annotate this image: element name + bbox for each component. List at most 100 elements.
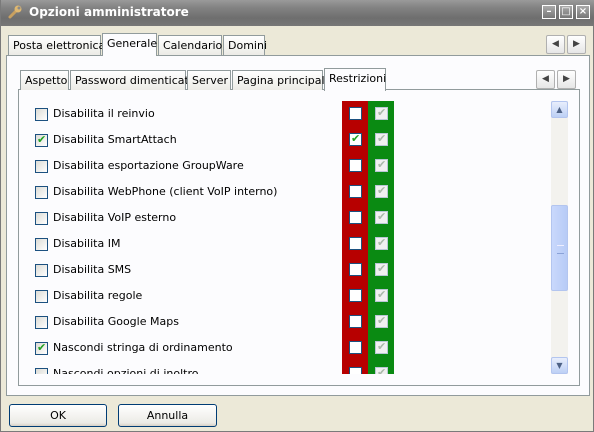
- green-column-checkbox: ✔: [375, 184, 388, 198]
- tab-generale[interactable]: Generale: [102, 33, 157, 56]
- maximize-button[interactable]: □: [559, 5, 573, 19]
- red-column-checkbox[interactable]: [349, 237, 362, 250]
- green-column-cell: ✔: [368, 309, 394, 335]
- green-column-checkbox: ✔: [375, 132, 388, 146]
- scroll-down-button[interactable]: ▼: [551, 357, 568, 374]
- scroll-up-button[interactable]: ▲: [551, 101, 568, 118]
- check-icon: ✔: [377, 184, 387, 197]
- green-column-checkbox: ✔: [375, 236, 388, 250]
- restriction-checkbox[interactable]: ✔: [35, 133, 48, 147]
- ok-button[interactable]: OK: [9, 404, 107, 427]
- green-column-cell: ✔: [368, 179, 394, 205]
- green-column-cell: ✔: [368, 257, 394, 283]
- restriction-row: Disabilita WebPhone (client VoIP interno…: [23, 179, 551, 205]
- restriction-label: Disabilita SmartAttach: [53, 133, 177, 146]
- wrench-icon: [8, 5, 22, 19]
- check-icon: ✔: [37, 341, 47, 354]
- green-column-cell: ✔: [368, 231, 394, 257]
- inner-tab-scroll-left-button[interactable]: ◀: [536, 70, 555, 89]
- green-column-checkbox: ✔: [375, 106, 388, 120]
- restriction-row: ✔ Nascondi stringa di ordinamento ✔: [23, 335, 551, 361]
- grip-icon: [557, 245, 564, 254]
- minimize-button[interactable]: –: [542, 5, 556, 19]
- restriction-checkbox[interactable]: [35, 238, 48, 251]
- tab-restrizioni[interactable]: Restrizioni: [324, 68, 386, 91]
- scroll-thumb[interactable]: [551, 205, 568, 291]
- tab-pagina-principale[interactable]: Pagina principale: [232, 70, 331, 90]
- red-column-cell: [342, 257, 368, 283]
- restriction-label: Disabilita SMS: [53, 263, 132, 276]
- red-column-checkbox[interactable]: [349, 263, 362, 276]
- red-column-checkbox[interactable]: [349, 341, 362, 354]
- restriction-row: Disabilita SMS ✔: [23, 257, 551, 283]
- restriction-row: Disabilita VoIP esterno ✔: [23, 205, 551, 231]
- restriction-checkbox[interactable]: ✔: [35, 341, 48, 355]
- tab-password-dimenticata[interactable]: Password dimenticata: [70, 70, 196, 90]
- restriction-checkbox[interactable]: [35, 290, 48, 303]
- red-column-cell: [342, 231, 368, 257]
- close-button[interactable]: ×: [576, 5, 590, 19]
- green-column-cell: ✔: [368, 127, 394, 153]
- restriction-label: Disabilita WebPhone (client VoIP interno…: [53, 185, 278, 198]
- restriction-row: Disabilita Google Maps ✔: [23, 309, 551, 335]
- restriction-checkbox[interactable]: [35, 368, 48, 374]
- tab-calendario[interactable]: Calendario: [158, 35, 222, 55]
- tab-posta-elettronica[interactable]: Posta elettronica: [8, 35, 105, 55]
- check-icon: ✔: [377, 210, 387, 223]
- red-column-checkbox[interactable]: [349, 289, 362, 302]
- restriction-row: Disabilita esportazione GroupWare ✔: [23, 153, 551, 179]
- restriction-label: Disabilita esportazione GroupWare: [53, 159, 244, 172]
- window-title: Opzioni amministratore: [29, 5, 189, 19]
- tab-aspetto[interactable]: Aspetto: [20, 70, 69, 90]
- restriction-checkbox[interactable]: [35, 186, 48, 199]
- red-column-cell: ✔: [342, 127, 368, 153]
- green-column-cell: ✔: [368, 205, 394, 231]
- restriction-label: Disabilita regole: [53, 289, 143, 302]
- vertical-scrollbar[interactable]: ▲ ▼: [551, 101, 568, 374]
- restriction-label: Disabilita il reinvio: [53, 107, 155, 120]
- red-column-cell: [342, 309, 368, 335]
- inner-tab-scroll-right-button[interactable]: ▶: [557, 70, 576, 89]
- restriction-checkbox[interactable]: [35, 212, 48, 225]
- green-column-cell: ✔: [368, 101, 394, 127]
- green-column-checkbox: ✔: [375, 262, 388, 276]
- check-icon: ✔: [377, 262, 387, 275]
- restriction-label: Disabilita IM: [53, 237, 121, 250]
- red-column-checkbox[interactable]: [349, 159, 362, 172]
- red-column-checkbox[interactable]: ✔: [349, 132, 362, 146]
- title-bar[interactable]: Opzioni amministratore – □ ×: [1, 0, 594, 26]
- tab-domini[interactable]: Domini: [223, 35, 267, 55]
- green-column-checkbox: ✔: [375, 340, 388, 354]
- tab-server[interactable]: Server: [187, 70, 231, 90]
- red-column-checkbox[interactable]: [349, 315, 362, 328]
- restriction-checkbox[interactable]: [35, 316, 48, 329]
- restriction-checkbox[interactable]: [35, 160, 48, 173]
- tab-scroll-left-button[interactable]: ◀: [546, 35, 565, 54]
- check-icon: ✔: [351, 132, 361, 145]
- restriction-row: Disabilita regole ✔: [23, 283, 551, 309]
- check-icon: ✔: [377, 158, 387, 171]
- red-column-checkbox[interactable]: [349, 185, 362, 198]
- green-column-cell: ✔: [368, 283, 394, 309]
- cancel-button[interactable]: Annulla: [118, 404, 217, 427]
- check-icon: ✔: [377, 132, 387, 145]
- check-icon: ✔: [377, 366, 387, 374]
- red-column-cell: [342, 335, 368, 361]
- check-icon: ✔: [377, 340, 387, 353]
- green-column-checkbox: ✔: [375, 314, 388, 328]
- restriction-label: Nascondi stringa di ordinamento: [53, 341, 233, 354]
- red-column-cell: [342, 205, 368, 231]
- green-column-cell: ✔: [368, 335, 394, 361]
- red-column-checkbox[interactable]: [349, 107, 362, 120]
- green-column-checkbox: ✔: [375, 158, 388, 172]
- check-icon: ✔: [377, 236, 387, 249]
- restriction-checkbox[interactable]: [35, 264, 48, 277]
- restrictions-list: Disabilita il reinvio ✔ ✔ Disabilita SmartA…: [23, 101, 551, 374]
- tab-scroll-right-button[interactable]: ▶: [567, 35, 586, 54]
- check-icon: ✔: [377, 314, 387, 327]
- restriction-checkbox[interactable]: [35, 108, 48, 121]
- restriction-label: Disabilita Google Maps: [53, 315, 179, 328]
- red-column-checkbox[interactable]: [349, 367, 362, 374]
- red-column-checkbox[interactable]: [349, 211, 362, 224]
- check-icon: ✔: [377, 288, 387, 301]
